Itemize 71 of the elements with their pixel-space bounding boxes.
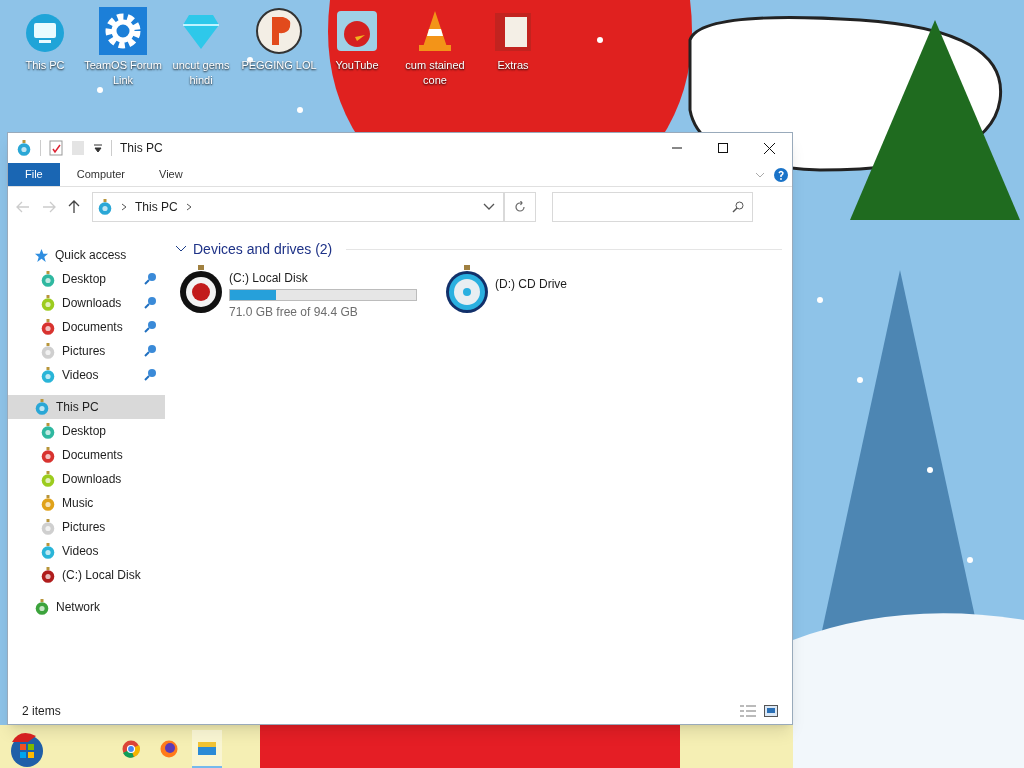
help-icon[interactable]	[774, 167, 788, 182]
nav-item[interactable]: Videos	[8, 539, 165, 563]
chevron-down-icon[interactable]	[483, 203, 495, 211]
ornament-icon	[40, 319, 56, 335]
ornament-icon	[40, 543, 56, 559]
nav-item[interactable]: Documents	[8, 315, 165, 339]
address-bar[interactable]: This PC	[92, 192, 504, 222]
desktop-icon-label[interactable]: YouTube	[318, 58, 396, 73]
desktop-icon-label[interactable]: cum stained cone	[396, 58, 474, 88]
desktop-icon-label[interactable]: Extras	[474, 58, 552, 73]
disc-icon	[445, 265, 489, 315]
start-orb-icon[interactable]	[8, 730, 46, 768]
nav-item[interactable]: Pictures	[8, 339, 165, 363]
large-icons-view-icon[interactable]	[764, 705, 778, 717]
nav-item[interactable]: Downloads	[8, 291, 165, 315]
star-icon	[34, 247, 49, 263]
nav-item[interactable]: Music	[8, 491, 165, 515]
up-arrow-icon[interactable]	[68, 200, 80, 214]
ornament-icon	[40, 519, 56, 535]
properties-icon[interactable]	[49, 140, 63, 156]
refresh-icon	[514, 201, 526, 213]
ornament-icon	[16, 140, 32, 156]
chevron-right-icon	[185, 203, 192, 211]
ornament-icon	[40, 271, 56, 287]
ornament-icon	[34, 599, 50, 615]
nav-item[interactable]: Network	[8, 595, 165, 619]
search-field[interactable]	[552, 192, 753, 222]
ornament-icon	[97, 199, 113, 215]
nav-item[interactable]: Pictures	[8, 515, 165, 539]
nav-item[interactable]: Documents	[8, 443, 165, 467]
fox-globe-icon[interactable]	[160, 740, 178, 758]
folder-icon[interactable]	[197, 739, 217, 757]
search-icon	[732, 201, 744, 213]
letter-badge-icon	[255, 7, 303, 55]
ornament-icon	[40, 367, 56, 383]
ornament-icon	[40, 447, 56, 463]
refresh-button[interactable]	[504, 192, 536, 222]
ornament-icon	[40, 423, 56, 439]
chevron-right-icon	[121, 203, 127, 211]
ribbon-tab[interactable]: Computer	[59, 163, 143, 186]
ribbon-tab[interactable]: View	[142, 163, 200, 186]
nav-item[interactable]: (C:) Local Disk	[8, 563, 165, 587]
drive-label[interactable]: (D:) CD Drive	[495, 275, 567, 293]
nav-item[interactable]: Downloads	[8, 467, 165, 491]
ornament-icon	[40, 495, 56, 511]
breadcrumb[interactable]: This PC	[135, 198, 178, 216]
ornament-icon	[40, 567, 56, 583]
group-heading: Devices and drives (2)	[193, 239, 333, 259]
taskbar-button[interactable]	[192, 730, 222, 768]
hard-disk-icon	[179, 265, 223, 315]
status-text: 2 items	[22, 703, 62, 720]
collapse-chevron-icon[interactable]	[175, 245, 187, 253]
ribbon-tab[interactable]: File	[8, 163, 60, 186]
free-space-text: 71.0 GB free of 94.4 GB	[229, 304, 359, 321]
window-title: This PC	[120, 140, 164, 157]
bird-icon	[337, 11, 377, 51]
nav-item[interactable]: This PC	[8, 395, 165, 419]
nav-item[interactable]: Videos	[8, 363, 165, 387]
nav-item[interactable]: Quick access	[8, 243, 165, 267]
dropdown-icon[interactable]	[93, 143, 103, 153]
ornament-icon	[34, 399, 50, 415]
drive-label[interactable]: (C:) Local Disk	[229, 269, 417, 287]
ornament-icon	[40, 343, 56, 359]
nav-item[interactable]: Desktop	[8, 419, 165, 443]
maximize-icon	[718, 143, 728, 153]
nav-item[interactable]: Desktop	[8, 267, 165, 291]
gear-icon	[99, 7, 147, 55]
browser-icon[interactable]	[122, 740, 140, 758]
ornament-icon	[40, 295, 56, 311]
close-icon	[763, 142, 775, 154]
ornament-icon	[40, 471, 56, 487]
